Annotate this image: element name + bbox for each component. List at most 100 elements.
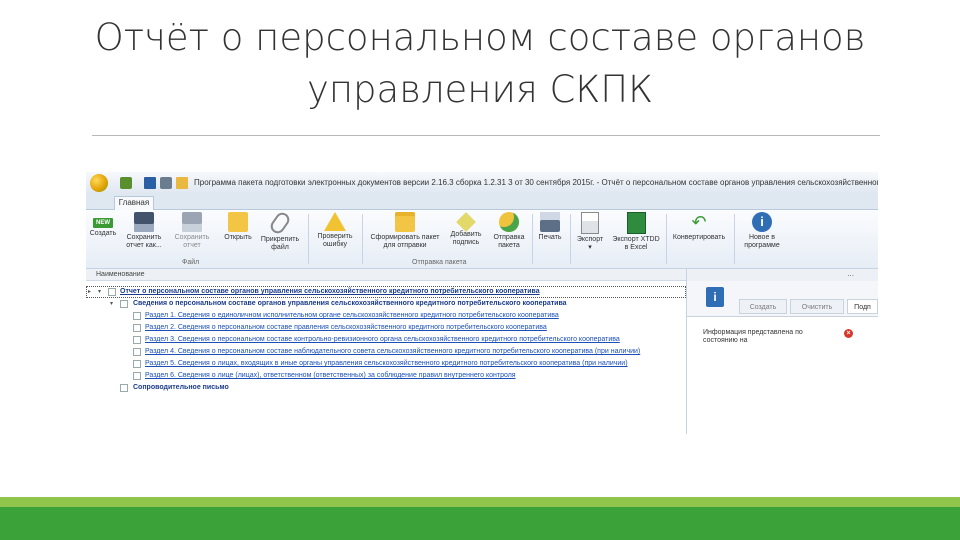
add-sign-icon: [456, 212, 476, 232]
save-icon: [134, 212, 154, 232]
export-excel-label: Экспорт XTDD в Excel: [612, 236, 660, 251]
tree-row-leaf[interactable]: Раздел 6. Сведения о лице (лицах), ответ…: [86, 370, 686, 382]
whats-new-button[interactable]: i Новое в программе: [738, 212, 786, 254]
send-package-button[interactable]: Отправка пакета: [488, 212, 530, 254]
save-as-button[interactable]: Сохранить отчет как...: [122, 212, 166, 254]
panel-sign-button[interactable]: Подп: [847, 299, 878, 314]
document-tree: Наименование ▸ ▾ Отчет о персональном со…: [86, 269, 687, 434]
tree-row-text: Раздел 5. Сведения о лицах, входящих в и…: [145, 360, 628, 367]
convert-button[interactable]: ↶ Конвертировать: [668, 212, 730, 254]
document-icon: [120, 300, 128, 308]
slide-title: Отчёт о персональном составе органов упр…: [94, 16, 866, 111]
convert-icon: ↶: [691, 212, 707, 232]
save-report-icon: [182, 212, 202, 232]
tree-row-text: Сопроводительное письмо: [133, 384, 229, 391]
ribbon-separator: [362, 214, 363, 264]
add-signature-label: Добавить подпись: [450, 231, 482, 246]
ribbon-separator: [532, 214, 533, 264]
app-logo-icon[interactable]: [90, 174, 108, 192]
check-error-label: Проверить ошибку: [317, 233, 353, 248]
collapse-icon[interactable]: ▾: [110, 298, 113, 310]
add-signature-button[interactable]: Добавить подпись: [446, 212, 486, 254]
tree-row-text: Отчет о персональном составе органов упр…: [120, 288, 540, 295]
error-icon[interactable]: ×: [844, 329, 853, 338]
package-folder-icon: [395, 212, 415, 232]
quick-access-new-icon[interactable]: [120, 177, 132, 189]
open-button[interactable]: Открыть: [220, 212, 256, 254]
tree-row-leaf[interactable]: Раздел 1. Сведения о единоличном исполни…: [86, 310, 686, 322]
group-label-file: Файл: [182, 259, 200, 266]
print-icon: [540, 212, 560, 232]
ribbon-tabs: [86, 194, 878, 210]
tree-row-root[interactable]: ▸ ▾ Отчет о персональном составе органов…: [86, 286, 686, 298]
export-excel-button[interactable]: Экспорт XTDD в Excel: [610, 212, 662, 254]
tree-column-header[interactable]: Наименование: [86, 269, 686, 281]
ribbon: NEW Создать Сохранить отчет как... Сохра…: [86, 209, 878, 269]
group-label-send: Отправка пакета: [412, 259, 467, 266]
tree-row-text: Раздел 2. Сведения о персональном состав…: [145, 324, 547, 331]
new-icon: NEW: [93, 218, 113, 228]
tab-home[interactable]: Главная: [114, 196, 154, 210]
ribbon-separator: [666, 214, 667, 264]
tree-row-text: Раздел 4. Сведения о персональном состав…: [145, 348, 641, 355]
export-icon: [581, 212, 599, 234]
form-package-button[interactable]: Сформировать пакет для отправки: [364, 212, 446, 254]
convert-label: Конвертировать: [672, 234, 726, 241]
tree-row-leaf[interactable]: Раздел 3. Сведения о персональном состав…: [86, 334, 686, 346]
send-icon: [499, 212, 519, 232]
document-icon: [120, 384, 128, 392]
ribbon-separator: [734, 214, 735, 264]
save-report-label: Сохранить отчет: [174, 234, 210, 249]
send-package-label: Отправка пакета: [493, 234, 525, 249]
document-icon: [133, 324, 141, 332]
panel-info-icon: i: [706, 287, 724, 307]
tree-row-text: Раздел 1. Сведения о единоличном исполни…: [145, 312, 559, 319]
panel-body: Информация представлена по состоянию на …: [687, 316, 878, 434]
tree-row-text: Раздел 6. Сведения о лице (лицах), ответ…: [145, 372, 516, 379]
info-status-text: Информация представлена по состоянию на: [703, 329, 803, 344]
footer-band-dark: [0, 507, 960, 540]
panel-menu-dots[interactable]: ...: [847, 269, 854, 278]
save-report-button[interactable]: Сохранить отчет: [170, 212, 214, 254]
warning-icon: [324, 212, 346, 231]
document-icon: [108, 288, 116, 296]
tree-row-leaf[interactable]: Раздел 2. Сведения о персональном состав…: [86, 322, 686, 334]
quick-access-folder-icon[interactable]: [176, 177, 188, 189]
document-icon: [133, 312, 141, 320]
collapse-icon[interactable]: ▾: [98, 286, 101, 298]
tree-row-section[interactable]: ▾ Сведения о персональном составе органо…: [86, 298, 686, 310]
footer-band-light: [0, 497, 960, 507]
ribbon-separator: [570, 214, 571, 264]
app-screenshot: Программа пакета подготовки электронных …: [86, 172, 878, 434]
quick-access-save-icon[interactable]: [144, 177, 156, 189]
window-titlebar: Программа пакета подготовки электронных …: [86, 172, 878, 194]
panel-create-button[interactable]: Создать: [739, 299, 787, 314]
row-indicator-icon: ▸: [88, 289, 92, 295]
tree-row-leaf[interactable]: Раздел 5. Сведения о лицах, входящих в и…: [86, 358, 686, 370]
excel-icon: [626, 212, 646, 234]
details-panel: ... i Создать Очистить Подп Информация п…: [687, 269, 878, 434]
open-label: Открыть: [224, 234, 252, 241]
export-button[interactable]: Экспорт ▾: [572, 212, 608, 254]
quick-access-print-icon[interactable]: [160, 177, 172, 189]
create-label: Создать: [89, 230, 117, 237]
whats-new-label: Новое в программе: [744, 234, 780, 249]
document-icon: [133, 336, 141, 344]
open-folder-icon: [228, 212, 248, 232]
tree-row-letter[interactable]: Сопроводительное письмо: [86, 382, 686, 394]
tree-row-leaf[interactable]: Раздел 4. Сведения о персональном состав…: [86, 346, 686, 358]
panel-clear-button[interactable]: Очистить: [790, 299, 844, 314]
attach-file-button[interactable]: Прикрепить файл: [258, 209, 302, 254]
print-button[interactable]: Печать: [534, 212, 566, 254]
print-label: Печать: [538, 234, 562, 241]
attach-label: Прикрепить файл: [260, 236, 300, 251]
document-icon: [133, 348, 141, 356]
check-error-button[interactable]: Проверить ошибку: [312, 212, 358, 254]
panel-header: ...: [687, 269, 878, 281]
attach-icon: [267, 209, 293, 237]
create-button[interactable]: NEW Создать: [88, 212, 118, 254]
tree-row-text: Сведения о персональном составе органов …: [133, 300, 567, 307]
ribbon-separator: [308, 214, 309, 264]
document-icon: [133, 360, 141, 368]
document-icon: [133, 372, 141, 380]
